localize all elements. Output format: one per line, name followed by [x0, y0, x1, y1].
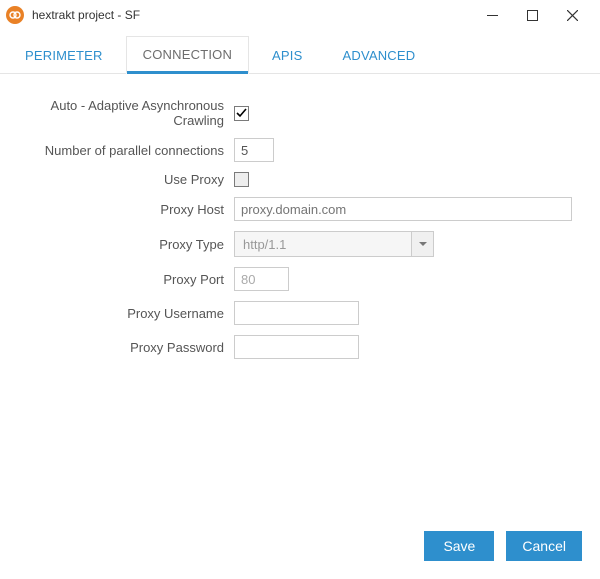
tab-apis[interactable]: APIS — [255, 37, 319, 73]
auto-adaptive-checkbox[interactable] — [234, 106, 249, 121]
proxy-type-label: Proxy Type — [24, 237, 234, 252]
chevron-down-icon — [411, 232, 433, 256]
window-title: hextrakt project - SF — [32, 8, 140, 22]
app-icon — [6, 6, 24, 24]
proxy-port-input[interactable] — [234, 267, 289, 291]
tab-perimeter[interactable]: PERIMETER — [8, 37, 120, 73]
tab-bar: PERIMETER CONNECTION APIS ADVANCED — [0, 30, 600, 74]
proxy-pass-label: Proxy Password — [24, 340, 234, 355]
use-proxy-label: Use Proxy — [24, 172, 234, 187]
close-button[interactable] — [552, 1, 592, 29]
footer: Save Cancel — [0, 519, 600, 579]
proxy-type-select[interactable]: http/1.1 — [234, 231, 434, 257]
proxy-host-label: Proxy Host — [24, 202, 234, 217]
minimize-button[interactable] — [472, 1, 512, 29]
auto-adaptive-label: Auto - Adaptive Asynchronous Crawling — [24, 98, 234, 128]
connection-form: Auto - Adaptive Asynchronous Crawling Nu… — [0, 74, 600, 519]
tab-connection[interactable]: CONNECTION — [126, 36, 249, 74]
proxy-host-input[interactable] — [234, 197, 572, 221]
tab-advanced[interactable]: ADVANCED — [325, 37, 432, 73]
proxy-port-label: Proxy Port — [24, 272, 234, 287]
proxy-type-value: http/1.1 — [235, 237, 411, 252]
proxy-pass-input[interactable] — [234, 335, 359, 359]
parallel-input[interactable] — [234, 138, 274, 162]
use-proxy-checkbox[interactable] — [234, 172, 249, 187]
parallel-label: Number of parallel connections — [24, 143, 234, 158]
proxy-user-input[interactable] — [234, 301, 359, 325]
maximize-button[interactable] — [512, 1, 552, 29]
proxy-user-label: Proxy Username — [24, 306, 234, 321]
check-icon — [236, 108, 247, 119]
cancel-button[interactable]: Cancel — [506, 531, 582, 561]
titlebar: hextrakt project - SF — [0, 0, 600, 30]
save-button[interactable]: Save — [424, 531, 494, 561]
